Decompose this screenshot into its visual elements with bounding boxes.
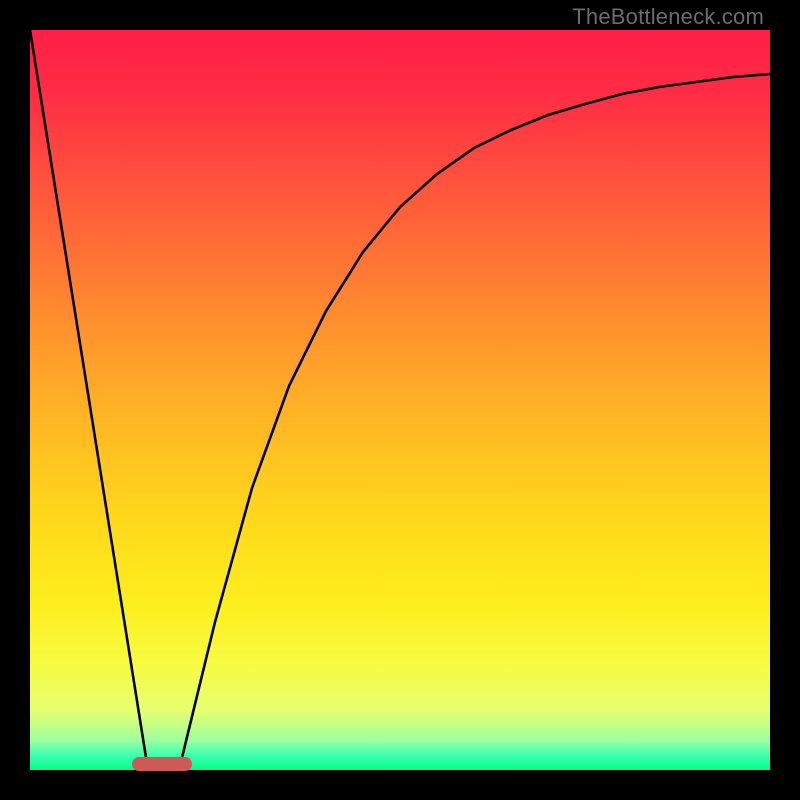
chart-frame: TheBottleneck.com xyxy=(0,0,800,800)
watermark-text: TheBottleneck.com xyxy=(572,4,764,30)
plot-area xyxy=(30,30,770,770)
curve-layer xyxy=(30,30,770,770)
trough-marker xyxy=(132,757,192,771)
right-curve xyxy=(179,74,770,770)
left-line xyxy=(30,30,148,770)
